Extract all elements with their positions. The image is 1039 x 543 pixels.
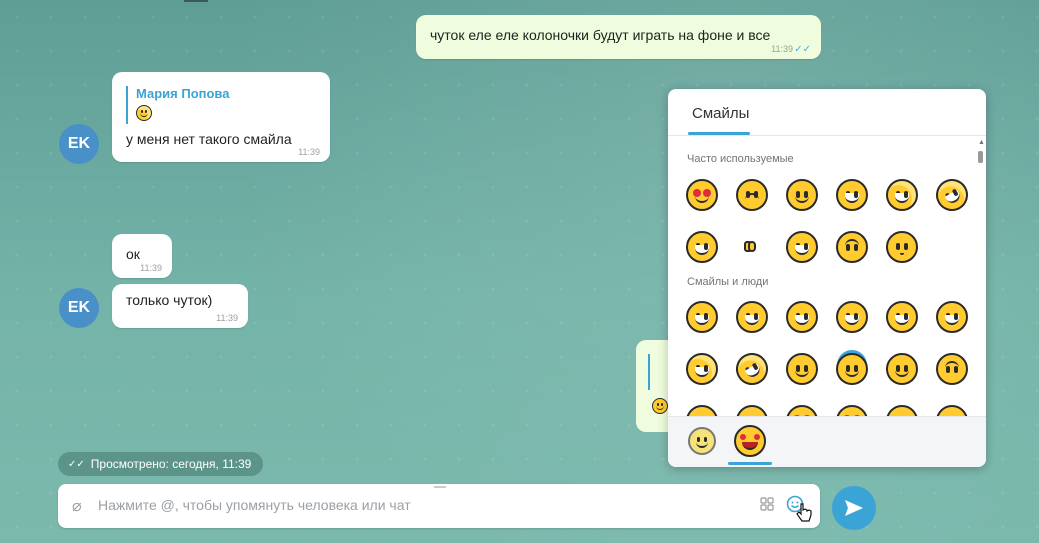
emoji-smile[interactable] (784, 301, 836, 333)
emoji-slight-smile[interactable] (784, 179, 836, 211)
double-check-icon: ✓✓ (68, 458, 85, 470)
scroll-up-icon[interactable]: ▲ (978, 139, 985, 146)
message-text: ок (126, 246, 140, 262)
emoji-joy[interactable] (884, 179, 936, 211)
hand-cursor-icon (796, 502, 812, 524)
emoji-thumbs-up[interactable] (734, 231, 786, 263)
emoji-blush[interactable] (784, 353, 836, 385)
message-text: у меня нет такого смайла (126, 131, 292, 147)
reply-author: Мария Попова (136, 86, 230, 101)
emoji-laughing[interactable] (784, 231, 836, 263)
message-text: только чуток) (126, 292, 213, 308)
send-icon (845, 500, 863, 516)
send-button[interactable] (832, 486, 876, 530)
message-incoming[interactable]: ок 11:39 (112, 234, 172, 278)
emoji-category-bar (668, 416, 986, 467)
emoji-pensive[interactable] (734, 179, 786, 211)
emoji-slight-smile[interactable] (884, 353, 936, 385)
emoji-scrollbar[interactable]: ▲ ▼ (978, 139, 985, 429)
message-time: 11:39 (771, 44, 793, 54)
tab-smiles[interactable]: Смайлы (692, 105, 749, 122)
section-frequent-title: Часто используемые (687, 153, 794, 165)
emoji-innocent[interactable] (834, 353, 886, 385)
category-smiles-icon[interactable] (688, 427, 716, 458)
emoji-grinning[interactable] (684, 301, 736, 333)
section-people-title: Смайлы и люди (687, 276, 769, 288)
message-incoming[interactable]: только чуток) 11:39 (112, 284, 248, 328)
reply-quote-bar (648, 354, 650, 390)
category-active-indicator (728, 462, 772, 465)
emoji-grin[interactable] (834, 301, 886, 333)
viewed-status: ✓✓ Просмотрено: сегодня, 11:39 (58, 452, 264, 476)
emoji-upside-down[interactable] (834, 231, 886, 263)
resize-handle[interactable] (434, 486, 446, 488)
viewed-text: Просмотрено: сегодня, 11:39 (90, 457, 252, 471)
emoji-smiling-hearts[interactable] (684, 179, 736, 211)
message-input-placeholder[interactable]: Нажмите @, чтобы упомянуть человека или … (98, 497, 411, 513)
message-emoji (652, 398, 668, 417)
emoji-rofl[interactable] (730, 347, 786, 391)
message-incoming-reply[interactable]: Мария Попова у меня нет такого смайла 11… (112, 72, 330, 162)
message-outgoing[interactable]: чуток еле еле колоночки будут играть на … (416, 15, 821, 59)
emoji-joy[interactable] (684, 353, 736, 385)
message-time: 11:39 (298, 147, 320, 157)
frequent-emoji-grid (684, 173, 984, 263)
emoji-panel[interactable]: Смайлы Часто используемые Смайлы и люди (668, 89, 986, 467)
attach-icon[interactable]: ⌀ (72, 496, 82, 516)
category-heart-eyes-icon[interactable] (734, 425, 766, 460)
message-text: чуток еле еле колоночки будут играть на … (430, 27, 771, 43)
emoji-smiley[interactable] (734, 301, 786, 333)
message-time: 11:39 (216, 313, 238, 323)
scrollbar-thumb[interactable] (978, 151, 983, 163)
top-cut-element (184, 0, 208, 2)
avatar[interactable]: EK (59, 288, 99, 328)
message-input-bar[interactable]: ⌀ Нажмите @, чтобы упомянуть человека ил… (58, 484, 820, 528)
emoji-laughing[interactable] (884, 301, 936, 333)
emoji-smile[interactable] (684, 231, 736, 263)
avatar[interactable]: EK (59, 124, 99, 164)
panel-divider (668, 135, 986, 136)
message-time: 11:39 (140, 263, 162, 273)
read-checkmarks-icon: ✓✓ (794, 44, 811, 55)
emoji-grinning[interactable] (834, 179, 886, 211)
reply-emoji (136, 105, 229, 124)
grid-icon[interactable] (760, 497, 774, 511)
reply-quote[interactable]: Мария Попова (126, 86, 229, 124)
emoji-kissing-heart[interactable] (884, 231, 936, 263)
